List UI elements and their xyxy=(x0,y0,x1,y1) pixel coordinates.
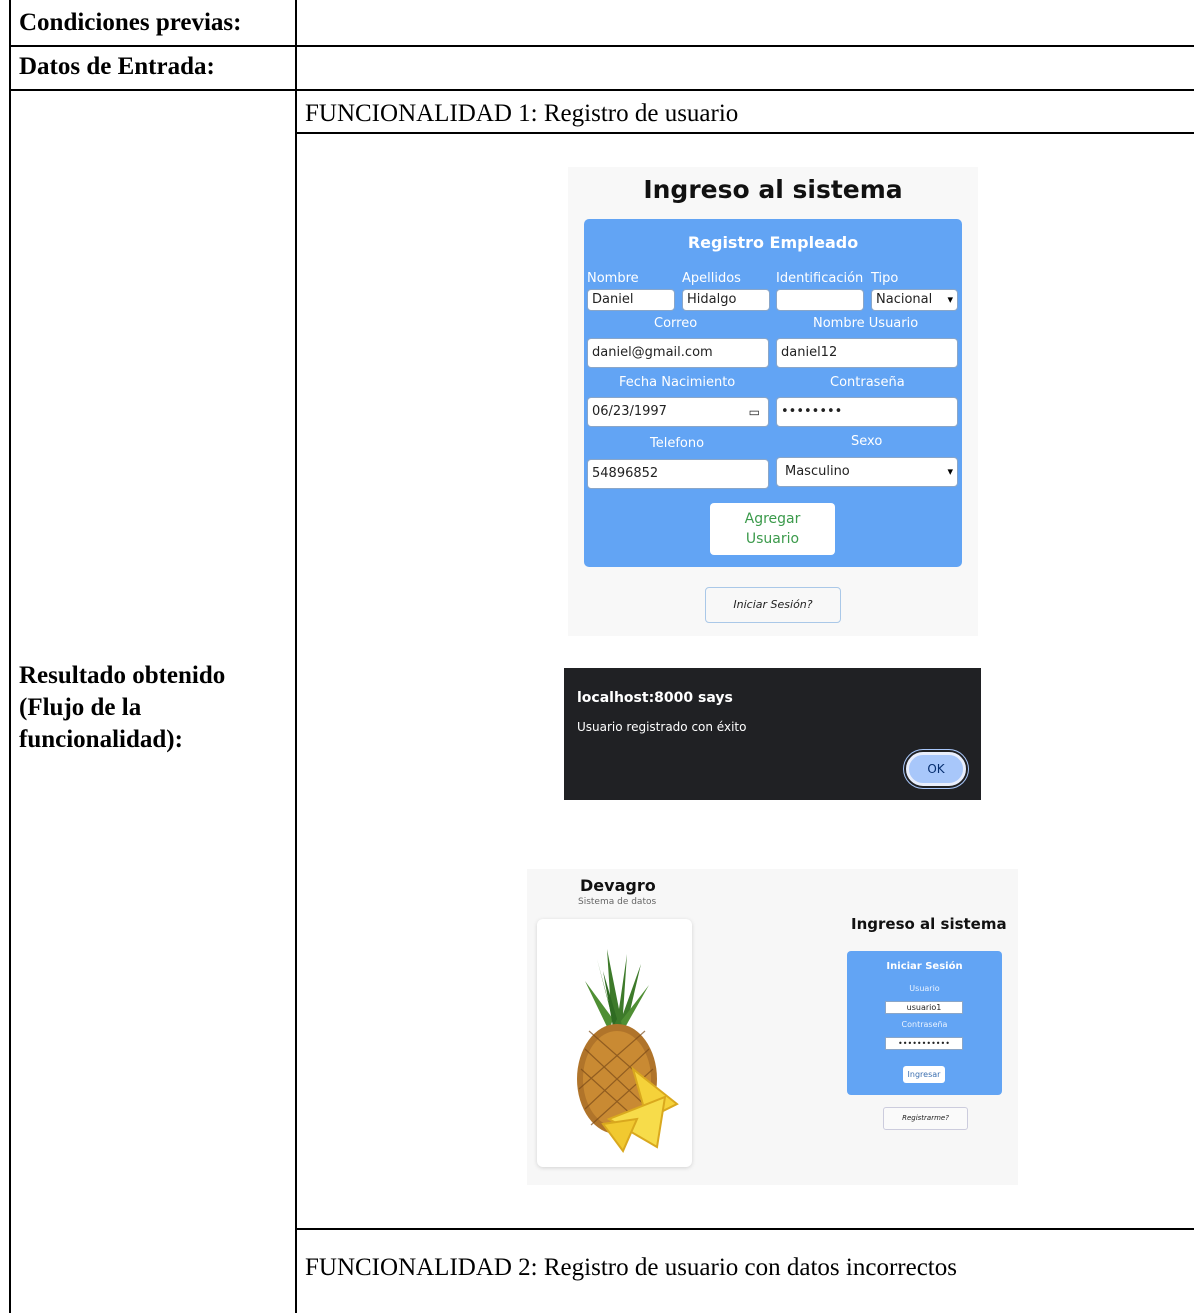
sexo-select[interactable]: Masculino ▾ xyxy=(776,457,958,487)
tipo-label: Tipo xyxy=(871,271,899,286)
tipo-select-value: Nacional xyxy=(876,292,933,307)
apellidos-label: Apellidos xyxy=(682,271,741,286)
brand-title: Devagro xyxy=(580,876,656,895)
chevron-down-icon: ▾ xyxy=(947,465,953,478)
add-user-button[interactable]: Agregar Usuario xyxy=(710,503,835,555)
tipo-select[interactable]: Nacional ▾ xyxy=(871,289,958,311)
fecha-nacimiento-label: Fecha Nacimiento xyxy=(619,375,736,390)
table-column-divider xyxy=(295,0,297,1313)
dialog-message: Usuario registrado con éxito xyxy=(577,720,747,734)
nombre-input[interactable]: Daniel xyxy=(587,289,675,311)
login-card-title: Iniciar Sesión xyxy=(886,961,963,972)
alert-dialog: localhost:8000 says Usuario registrado c… xyxy=(564,668,981,800)
register-card: Registro Empleado Nombre Apellidos Ident… xyxy=(584,219,962,567)
identificacion-label: Identificación xyxy=(776,271,864,286)
telefono-input[interactable]: 54896852 xyxy=(587,459,769,489)
fecha-nacimiento-input[interactable]: 06/23/1997 ▭ xyxy=(587,397,769,427)
contrasena-input[interactable]: •••••••• xyxy=(776,397,958,427)
correo-label: Correo xyxy=(654,316,698,331)
usuario-label: Usuario xyxy=(909,984,940,993)
chevron-down-icon: ▾ xyxy=(947,293,953,306)
sexo-label: Sexo xyxy=(851,434,883,449)
func1-divider xyxy=(295,132,1194,134)
register-screenshot: Ingreso al sistema Registro Empleado Nom… xyxy=(568,167,978,636)
pineapple-illustration xyxy=(577,949,679,1153)
contrasena-label: Contraseña xyxy=(901,1020,948,1029)
preconditions-label: Condiciones previas: xyxy=(19,9,242,36)
usuario-input[interactable]: usuario1 xyxy=(885,1001,963,1014)
sexo-select-value: Masculino xyxy=(785,464,850,479)
fecha-nacimiento-value: 06/23/1997 xyxy=(592,404,667,419)
result-label: Resultado obtenido (Flujo de la funciona… xyxy=(19,662,226,753)
apellidos-input[interactable]: Hidalgo xyxy=(682,289,770,311)
add-user-button-line2: Usuario xyxy=(745,531,800,547)
row-divider-2 xyxy=(9,89,1194,91)
contrasena-input[interactable]: ••••••••••• xyxy=(885,1037,963,1050)
ok-button[interactable]: OK xyxy=(906,752,966,786)
calendar-icon: ▭ xyxy=(748,405,760,419)
register-card-title: Registro Empleado xyxy=(687,233,859,252)
brand-subtitle: Sistema de datos xyxy=(578,897,657,907)
register-link-button[interactable]: Registrarme? xyxy=(883,1107,968,1130)
telefono-label: Telefono xyxy=(650,436,705,451)
input-data-label: Datos de Entrada: xyxy=(19,53,215,80)
nombre-usuario-input[interactable]: daniel12 xyxy=(776,338,958,368)
pineapple-image xyxy=(537,919,692,1167)
login-card: Iniciar Sesión Usuario usuario1 Contrase… xyxy=(847,951,1002,1095)
func2-divider xyxy=(295,1228,1194,1230)
ingresar-button[interactable]: Ingresar xyxy=(903,1066,945,1083)
register-page-title: Ingreso al sistema xyxy=(643,175,903,204)
functionality-1-title: FUNCIONALIDAD 1: Registro de usuario xyxy=(305,100,739,127)
nombre-usuario-label: Nombre Usuario xyxy=(813,316,919,331)
identificacion-input[interactable] xyxy=(776,289,864,311)
dialog-title: localhost:8000 says xyxy=(577,690,733,706)
add-user-button-line1: Agregar xyxy=(744,511,801,527)
table-left-border xyxy=(9,0,11,1313)
login-page-title: Ingreso al sistema xyxy=(851,915,1007,933)
login-link-button[interactable]: Iniciar Sesión? xyxy=(705,587,841,623)
contrasena-label: Contraseña xyxy=(830,375,905,390)
functionality-2-title: FUNCIONALIDAD 2: Registro de usuario con… xyxy=(305,1254,957,1281)
login-screenshot: Devagro Sistema de datos Ingreso al sist… xyxy=(527,869,1018,1185)
correo-input[interactable]: daniel@gmail.com xyxy=(587,338,769,368)
nombre-label: Nombre xyxy=(587,271,639,286)
row-divider-1 xyxy=(9,45,1194,47)
